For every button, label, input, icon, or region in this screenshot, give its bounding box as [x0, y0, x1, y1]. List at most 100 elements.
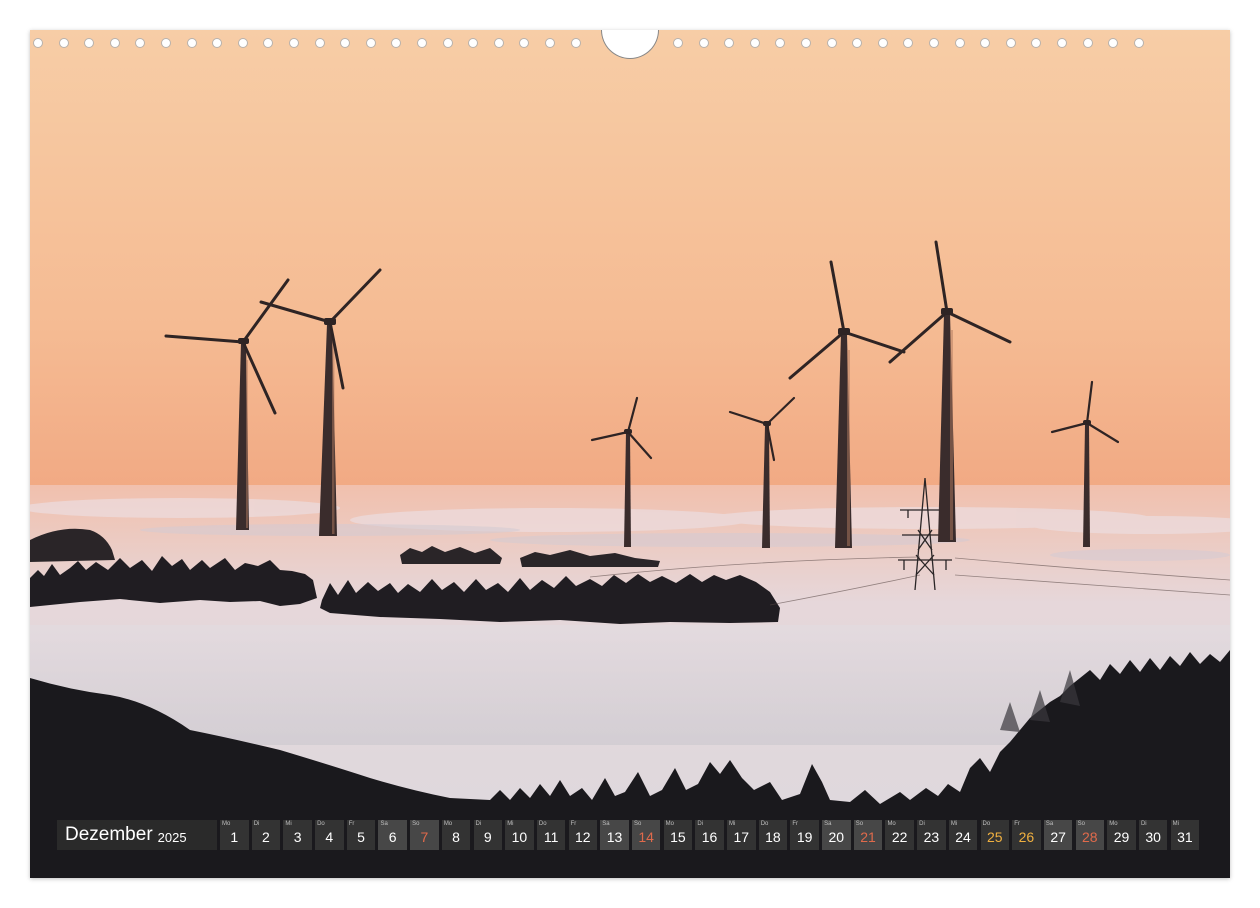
weekday-label: Mi	[1172, 821, 1179, 827]
day-cell: Fr 19	[790, 820, 819, 850]
day-cell: So 21	[853, 820, 883, 850]
month-name: Dezember	[65, 824, 153, 845]
weekday-label: Do	[760, 821, 769, 827]
day-cell: Di 30	[1138, 820, 1168, 850]
weekday-label: Mo	[665, 821, 674, 827]
binding-hole	[775, 38, 786, 48]
day-cell: Mi 24	[948, 820, 978, 850]
day-cell: Sa 27	[1043, 820, 1073, 850]
binding-hole	[442, 38, 453, 48]
binding-hole	[289, 38, 299, 48]
binding-hole	[340, 38, 351, 48]
day-cell: Mo 29	[1107, 820, 1136, 850]
weekday-label: Fr	[348, 821, 355, 827]
day-cell: Fr 26	[1012, 820, 1041, 850]
day-number: 28	[1082, 829, 1098, 845]
day-cell: So 28	[1075, 820, 1105, 850]
weekday-label: Sa	[1045, 821, 1054, 827]
day-number: 14	[638, 829, 654, 845]
day-number: 8	[452, 829, 460, 845]
day-number: 22	[891, 829, 908, 845]
weekday-label: Mi	[950, 821, 958, 827]
weekday-label: Fr	[792, 821, 799, 827]
day-number: 31	[1177, 829, 1193, 845]
weekday-label: Mo	[443, 821, 453, 827]
day-cell: Do 25	[980, 820, 1009, 850]
weekday-label: Di	[253, 821, 260, 827]
binding-hole	[877, 38, 888, 48]
day-number: 15	[670, 829, 686, 845]
day-cell: Do 18	[758, 820, 788, 850]
weekday-label: So	[412, 821, 420, 827]
weekday-label: Mi	[507, 821, 514, 827]
weekday-label: Do	[317, 821, 325, 827]
day-number: 13	[606, 829, 623, 845]
binding-hole	[161, 38, 171, 48]
weekday-label: Di	[919, 821, 925, 827]
day-cell: So 14	[631, 820, 661, 850]
weekday-label: Do	[982, 821, 991, 827]
weekday-label: Fr	[1014, 821, 1020, 827]
binding-hole	[33, 38, 43, 48]
binding-hole	[135, 38, 146, 48]
weekday-label: Mi	[729, 821, 736, 827]
day-number: 17	[733, 829, 750, 845]
day-number: 19	[796, 829, 813, 845]
day-number: 23	[923, 829, 940, 845]
binding-hole	[417, 38, 427, 48]
day-cells: Mo 1 Di 2 Mi 3 Do 4 Fr 5 Sa 6 So 7 Mo 8 Di 9 Mi 10 Do 11 Fr 12 S…	[220, 820, 1202, 850]
weekday-label: Mo	[222, 821, 231, 827]
weekday-label: Fr	[570, 821, 577, 827]
day-number: 27	[1050, 829, 1066, 845]
binding-hole	[954, 38, 965, 48]
day-number: 18	[765, 829, 781, 845]
day-number: 3	[293, 829, 302, 845]
binding-hole	[826, 38, 837, 48]
binding-hole	[109, 38, 120, 48]
binding-hole	[263, 38, 274, 48]
weekday-label: Di	[697, 821, 703, 827]
day-number: 7	[420, 829, 429, 845]
weekday-label: Sa	[380, 821, 388, 827]
weekday-label: Do	[538, 821, 547, 827]
month-label: Dezember 2025	[57, 820, 217, 850]
binding-hole	[1108, 38, 1119, 48]
day-number: 11	[543, 829, 559, 845]
day-cell: Sa 13	[600, 820, 629, 850]
binding-hole	[237, 38, 248, 48]
day-cell: Di 23	[917, 820, 946, 850]
binding-hole	[545, 38, 555, 48]
day-number: 24	[955, 829, 971, 845]
weekday-label: So	[633, 821, 642, 827]
day-cell: Mo 1	[220, 820, 249, 850]
day-cell: Fr 12	[568, 820, 598, 850]
binding-hole	[724, 38, 735, 48]
weekday-label: Di	[475, 821, 482, 827]
day-number: 20	[828, 829, 845, 845]
binding-hole	[570, 38, 581, 48]
binding-hole	[58, 38, 69, 48]
day-cell: Di 9	[473, 820, 502, 850]
binding-hole	[980, 38, 991, 48]
day-number: 12	[575, 829, 591, 845]
day-number: 21	[860, 829, 876, 845]
calendar-bar: Dezember 2025 Mo 1 Di 2 Mi 3 Do 4 Fr 5 Sa 6 So 7 Mo 8 Di…	[57, 820, 1202, 850]
binding-hole	[1005, 38, 1016, 48]
calendar-page: Dezember 2025 Mo 1 Di 2 Mi 3 Do 4 Fr 5 Sa 6 So 7 Mo 8 Di…	[30, 30, 1230, 878]
day-cell: Mi 31	[1170, 820, 1200, 850]
binding-hole	[929, 38, 939, 48]
weekday-label: Mi	[285, 821, 292, 827]
day-cell: So 7	[410, 820, 439, 850]
wind-turbines-photo	[30, 30, 1230, 878]
binding-hole	[391, 38, 402, 48]
binding-hole	[903, 38, 914, 48]
weekday-label: Mo	[887, 821, 896, 827]
day-number: 16	[701, 829, 718, 845]
binding-hole	[1082, 38, 1093, 48]
binding-hole	[698, 38, 709, 48]
day-number: 25	[986, 829, 1003, 845]
binding-hole	[749, 38, 760, 48]
binding-hole	[852, 38, 863, 48]
day-number: 6	[388, 829, 397, 845]
weekday-label: So	[855, 821, 864, 827]
